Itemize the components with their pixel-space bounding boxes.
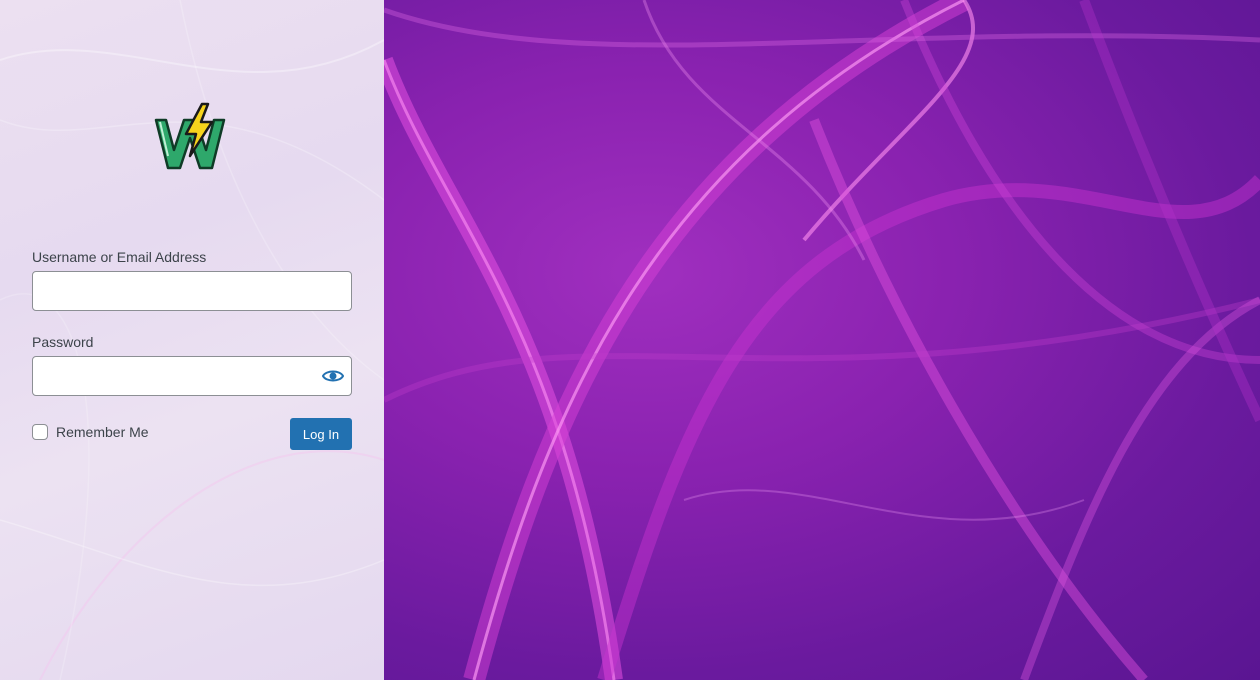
site-logo-icon[interactable] [152, 100, 232, 180]
eye-icon[interactable] [322, 366, 344, 386]
password-wrapper [32, 356, 352, 396]
background-swirls [384, 0, 1260, 680]
remember-me-checkbox[interactable] [32, 424, 48, 440]
form-actions-row: Remember Me Log In [32, 418, 352, 458]
username-field-group: Username or Email Address [32, 248, 352, 311]
username-input[interactable] [32, 271, 352, 311]
password-label: Password [32, 334, 94, 350]
remember-me-label[interactable]: Remember Me [56, 424, 149, 440]
login-form: Username or Email Address Password Remem… [32, 248, 352, 458]
remember-me[interactable]: Remember Me [32, 424, 149, 440]
login-panel: Username or Email Address Password Remem… [0, 0, 384, 680]
log-in-button[interactable]: Log In [290, 418, 352, 450]
username-label: Username or Email Address [32, 249, 207, 265]
password-input[interactable] [32, 356, 352, 396]
background-image [384, 0, 1260, 680]
password-field-group: Password [32, 333, 352, 396]
login-page: Username or Email Address Password Remem… [0, 0, 1260, 680]
